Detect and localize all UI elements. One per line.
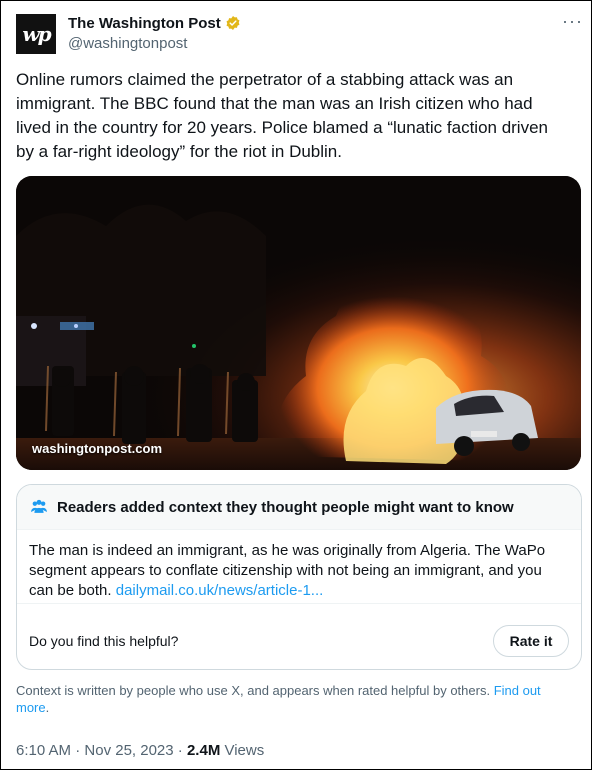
note-line: The man is indeed an immigrant, as he wa… — [29, 542, 546, 559]
note-line-prefix: can be both. — [29, 582, 116, 599]
note-line-last: can be both. dailymail.co.uk/news/articl… — [29, 581, 569, 601]
community-note: Readers added context they thought peopl… — [16, 484, 582, 670]
views-count: 2.4M — [186, 742, 221, 759]
community-notes-icon — [31, 499, 47, 513]
context-footer: Context is written by people who use X, … — [16, 682, 576, 716]
riot-photo-illustration — [16, 176, 581, 470]
tweet-meta: 6:10 AM · Nov 25, 2023 · 2.4M Views — [16, 742, 264, 759]
tweet-media-photo[interactable]: washingtonpost.com — [16, 176, 581, 470]
display-name[interactable]: The Washington Post — [68, 15, 221, 32]
community-note-header: Readers added context they thought peopl… — [17, 485, 581, 530]
tweet-line: immigrant. The BBC found that the man wa… — [16, 94, 533, 113]
avatar[interactable]: wp — [16, 14, 56, 54]
note-line: segment appears to conflate citizenship … — [29, 562, 542, 579]
tweet-date[interactable]: Nov 25, 2023 — [84, 742, 173, 759]
tweet-line: lived in the country for 20 years. Polic… — [16, 118, 548, 137]
context-footer-trailing: . — [45, 700, 50, 715]
tweet-text: Online rumors claimed the perpetrator of… — [16, 68, 576, 164]
author-block[interactable]: The Washington Post @washingtonpost — [68, 12, 241, 52]
tweet-line: Online rumors claimed the perpetrator of… — [16, 70, 514, 89]
handle[interactable]: @washingtonpost — [68, 35, 241, 52]
community-note-body: The man is indeed an immigrant, as he wa… — [29, 541, 569, 601]
helpful-prompt: Do you find this helpful? — [29, 633, 179, 649]
context-footer-text: Context is written by people who use X, … — [16, 683, 494, 698]
more-options-icon[interactable]: ··· — [562, 12, 582, 34]
meta-separator: · — [71, 742, 85, 759]
tweet-header: wp The Washington Post @washingtonpost ·… — [16, 12, 582, 56]
verified-badge-icon — [226, 16, 240, 30]
note-source-link[interactable]: dailymail.co.uk/news/article-1... — [116, 582, 324, 599]
meta-separator: · — [173, 742, 187, 759]
community-note-title: Readers added context they thought peopl… — [57, 498, 514, 516]
rate-it-button[interactable]: Rate it — [493, 625, 569, 657]
note-divider — [17, 603, 581, 604]
tweet-line: by a far-right ideology” for the riot in… — [16, 142, 342, 161]
views-label: Views — [220, 742, 265, 759]
tweet-time[interactable]: 6:10 AM — [16, 742, 71, 759]
media-source-caption: washingtonpost.com — [32, 441, 162, 456]
